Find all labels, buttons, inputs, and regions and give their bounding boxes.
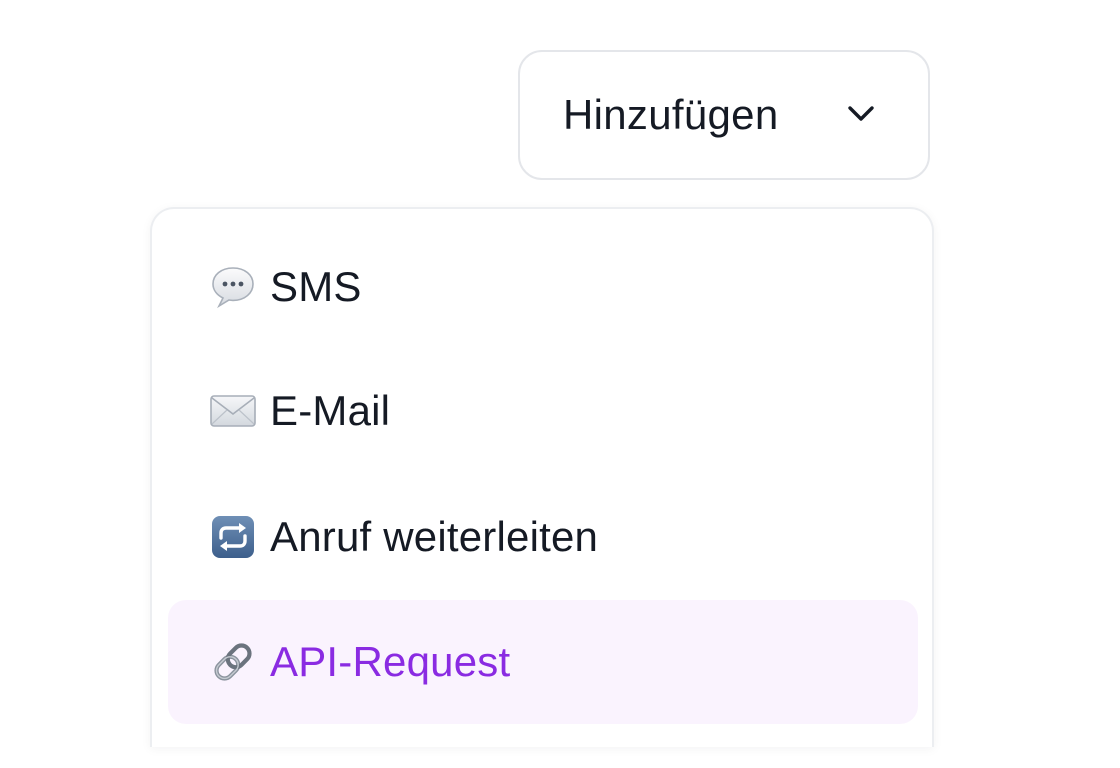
menu-item-label: Anruf weiterleiten	[270, 513, 599, 560]
envelope-icon	[208, 386, 258, 436]
link-icon	[208, 637, 258, 687]
menu-item-email[interactable]: E-Mail	[168, 349, 918, 473]
chevron-down-icon	[848, 106, 874, 121]
add-button-label: Hinzufügen	[563, 91, 779, 138]
page: Hinzufügen SMS E-Mail Anruf weiterleiten…	[0, 0, 1120, 768]
menu-item-sms[interactable]: SMS	[168, 225, 918, 349]
menu-item-forward-call[interactable]: Anruf weiterleiten	[168, 475, 918, 599]
menu-item-api-request[interactable]: API-Request	[168, 600, 918, 724]
add-dropdown-button[interactable]: Hinzufügen	[518, 50, 930, 180]
add-dropdown-menu: SMS E-Mail Anruf weiterleiten API-Reques…	[150, 207, 934, 747]
repeat-icon	[208, 512, 258, 562]
menu-item-label: SMS	[270, 263, 362, 310]
menu-item-label: E-Mail	[270, 387, 391, 434]
speech-bubble-icon	[208, 262, 258, 312]
menu-item-label: API-Request	[270, 638, 511, 685]
